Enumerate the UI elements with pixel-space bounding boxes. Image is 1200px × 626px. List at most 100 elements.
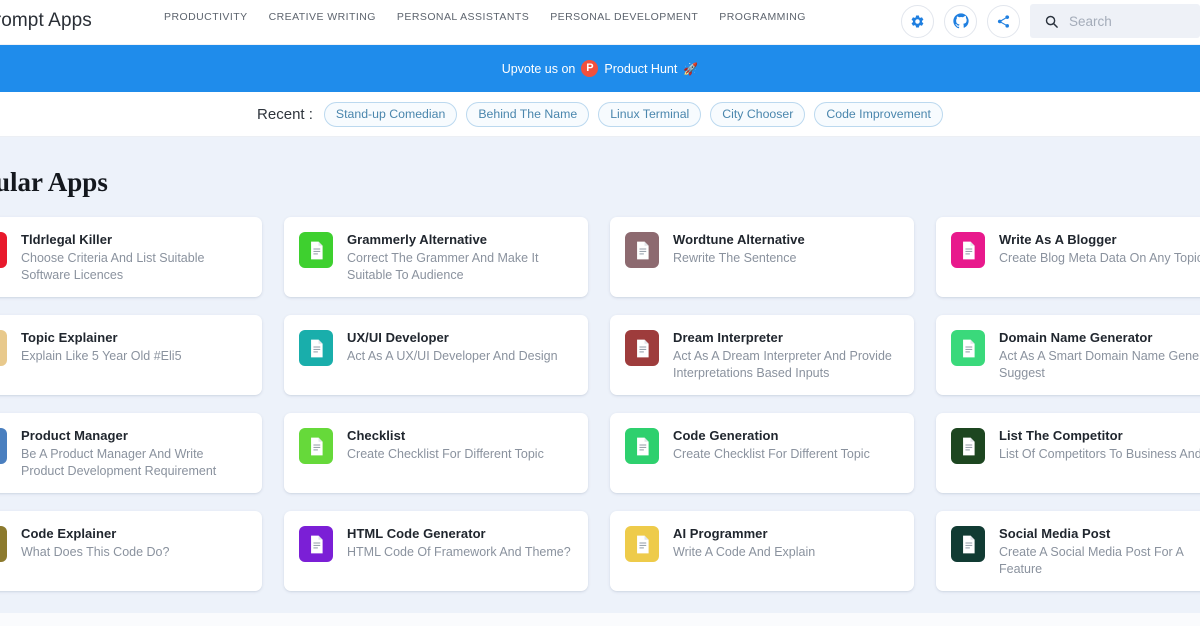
app-card-description: Create A Social Media Post For A Feature bbox=[999, 545, 1184, 576]
app-card[interactable]: Write As A Blogger Create Blog Meta Data … bbox=[936, 217, 1200, 297]
app-card-body: Write As A Blogger Create Blog Meta Data … bbox=[999, 231, 1200, 267]
app-card-description: What Does This Code Do? bbox=[21, 545, 170, 559]
document-icon bbox=[636, 241, 649, 259]
app-card-body: Wordtune Alternative Rewrite The Sentence bbox=[673, 231, 805, 267]
document-icon bbox=[636, 437, 649, 455]
app-card-body: Domain Name Generator Act As A Smart Doma… bbox=[999, 329, 1200, 381]
app-card-description: Correct The Grammer And Make It Suitable… bbox=[347, 251, 539, 282]
app-card-title: Wordtune Alternative bbox=[673, 232, 805, 247]
gear-icon bbox=[911, 14, 924, 28]
brand-logo[interactable]: Prompt Apps bbox=[0, 10, 92, 32]
app-card[interactable]: AI Programmer Write A Code And Explain bbox=[610, 511, 914, 591]
app-card-description: Be A Product Manager And Write Product D… bbox=[21, 447, 217, 478]
app-card-icon bbox=[0, 526, 7, 562]
document-icon bbox=[962, 241, 975, 259]
site-header: Prompt Apps PRODUCTIVITY CREATIVE WRITIN… bbox=[0, 0, 1200, 45]
app-card[interactable]: Tldrlegal Killer Choose Criteria And List… bbox=[0, 217, 262, 297]
app-card-icon bbox=[625, 330, 659, 366]
settings-button[interactable] bbox=[901, 4, 934, 38]
app-card-title: Grammerly Alternative bbox=[347, 232, 488, 247]
app-card[interactable]: Topic Explainer Explain Like 5 Year Old #… bbox=[0, 315, 262, 395]
banner-prefix-text: Upvote us on bbox=[501, 61, 576, 76]
app-card[interactable]: Code Explainer What Does This Code Do? bbox=[0, 511, 262, 591]
app-card[interactable]: Dream Interpreter Act As A Dream Interpre… bbox=[610, 315, 914, 395]
app-card-icon bbox=[951, 330, 985, 366]
app-card-title: Domain Name Generator bbox=[999, 330, 1153, 345]
app-card-icon bbox=[0, 428, 7, 464]
app-card-body: Tldrlegal Killer Choose Criteria And List… bbox=[21, 231, 247, 283]
nav-item-creative-writing[interactable]: CREATIVE WRITING bbox=[269, 11, 376, 23]
recent-chip-city-chooser[interactable]: City Chooser bbox=[710, 101, 806, 127]
app-card-body: Grammerly Alternative Correct The Grammer… bbox=[347, 231, 573, 283]
header-actions bbox=[901, 4, 1200, 38]
app-card-body: Code Explainer What Does This Code Do? bbox=[21, 525, 169, 561]
search-icon bbox=[1045, 15, 1058, 28]
app-card[interactable]: Social Media Post Create A Social Media P… bbox=[936, 511, 1200, 591]
app-card-body: Social Media Post Create A Social Media P… bbox=[999, 525, 1200, 577]
app-card-body: Topic Explainer Explain Like 5 Year Old #… bbox=[21, 329, 182, 365]
app-card-body: Product Manager Be A Product Manager And … bbox=[21, 427, 247, 479]
app-card-icon bbox=[951, 232, 985, 268]
recent-chip-linux-terminal[interactable]: Linux Terminal bbox=[598, 101, 702, 127]
document-icon bbox=[310, 535, 323, 553]
app-card[interactable]: Checklist Create Checklist For Different … bbox=[284, 413, 588, 493]
app-card-title: Tldrlegal Killer bbox=[21, 232, 113, 247]
app-card-icon bbox=[0, 330, 7, 366]
app-card-description: Create Blog Meta Data On Any Topic bbox=[999, 251, 1200, 265]
github-button[interactable] bbox=[944, 4, 977, 38]
nav-item-personal-assistants[interactable]: PERSONAL ASSISTANTS bbox=[397, 11, 529, 23]
app-card-description: Create Checklist For Different Topic bbox=[347, 447, 544, 461]
recent-chip-behind-the-name[interactable]: Behind The Name bbox=[466, 101, 590, 127]
rocket-icon: 🚀 bbox=[683, 61, 699, 76]
app-card-description: Write A Code And Explain bbox=[673, 545, 816, 559]
search-field-wrapper[interactable] bbox=[1030, 4, 1200, 38]
app-card-icon bbox=[0, 232, 7, 268]
app-card-body: List The Competitor List Of Competitors T… bbox=[999, 427, 1200, 463]
nav-item-personal-development[interactable]: PERSONAL DEVELOPMENT bbox=[550, 11, 698, 23]
document-icon bbox=[636, 535, 649, 553]
recent-chip-stand-up-comedian[interactable]: Stand-up Comedian bbox=[323, 101, 458, 127]
app-card-description: List Of Competitors To Business And For bbox=[999, 447, 1200, 461]
recent-chip-code-improvement[interactable]: Code Improvement bbox=[814, 101, 943, 127]
nav-item-programming[interactable]: PROGRAMMING bbox=[719, 11, 806, 23]
app-card-title: HTML Code Generator bbox=[347, 526, 486, 541]
app-card[interactable]: HTML Code Generator HTML Code Of Framewor… bbox=[284, 511, 588, 591]
app-card-description: Act As A UX/UI Developer And Design bbox=[347, 349, 558, 363]
app-card[interactable]: Product Manager Be A Product Manager And … bbox=[0, 413, 262, 493]
product-hunt-logo-icon: P bbox=[581, 60, 599, 77]
app-card-title: Topic Explainer bbox=[21, 330, 118, 345]
document-icon bbox=[310, 241, 323, 259]
app-card-body: Checklist Create Checklist For Different … bbox=[347, 427, 544, 463]
recent-bar: Recent : Stand-up Comedian Behind The Na… bbox=[0, 92, 1200, 137]
app-card[interactable]: List The Competitor List Of Competitors T… bbox=[936, 413, 1200, 493]
nav-item-productivity[interactable]: PRODUCTIVITY bbox=[164, 11, 248, 23]
app-card-icon bbox=[625, 428, 659, 464]
app-card-title: List The Competitor bbox=[999, 428, 1123, 443]
primary-nav: PRODUCTIVITY CREATIVE WRITING PERSONAL A… bbox=[164, 11, 806, 23]
app-card[interactable]: Domain Name Generator Act As A Smart Doma… bbox=[936, 315, 1200, 395]
app-card-title: Code Explainer bbox=[21, 526, 117, 541]
app-card[interactable]: Grammerly Alternative Correct The Grammer… bbox=[284, 217, 588, 297]
document-icon bbox=[636, 339, 649, 357]
app-card-description: Choose Criteria And List Suitable Softwa… bbox=[21, 251, 205, 282]
document-icon bbox=[962, 535, 975, 553]
app-card-description: Act As A Smart Domain Name Generator Sug… bbox=[999, 349, 1200, 380]
app-card-body: AI Programmer Write A Code And Explain bbox=[673, 525, 815, 561]
app-card-title: AI Programmer bbox=[673, 526, 768, 541]
search-input[interactable] bbox=[1069, 13, 1189, 29]
app-card[interactable]: UX/UI Developer Act As A UX/UI Developer … bbox=[284, 315, 588, 395]
recent-label: Recent : bbox=[257, 105, 313, 123]
app-card[interactable]: Code Generation Create Checklist For Diff… bbox=[610, 413, 914, 493]
app-card[interactable]: Wordtune Alternative Rewrite The Sentence bbox=[610, 217, 914, 297]
product-hunt-banner[interactable]: Upvote us on P Product Hunt 🚀 bbox=[0, 45, 1200, 92]
app-card-icon bbox=[625, 526, 659, 562]
app-card-description: Rewrite The Sentence bbox=[673, 251, 797, 265]
app-card-description: Explain Like 5 Year Old #Eli5 bbox=[21, 349, 182, 363]
popular-apps-section: Popular Apps Tldrlegal Killer Choose Crit… bbox=[0, 137, 1200, 613]
app-card-description: HTML Code Of Framework And Theme? bbox=[347, 545, 571, 559]
app-card-title: Code Generation bbox=[673, 428, 779, 443]
app-card-icon bbox=[625, 232, 659, 268]
app-card-icon bbox=[299, 330, 333, 366]
share-button[interactable] bbox=[987, 4, 1020, 38]
app-card-title: Write As A Blogger bbox=[999, 232, 1117, 247]
